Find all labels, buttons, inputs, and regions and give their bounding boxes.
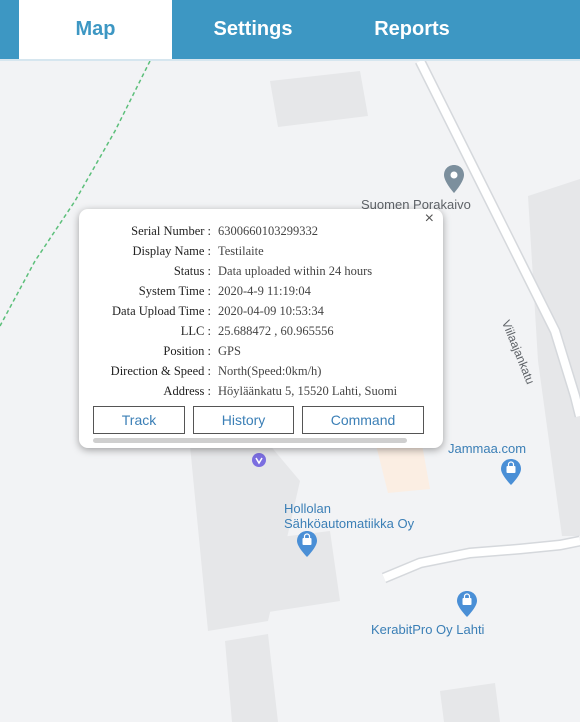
poi-label-jammaa: Jammaa.com	[448, 441, 527, 456]
tab-map[interactable]: Map	[19, 0, 172, 59]
poi-label-hollolan-line2: Sähköautomatiikka Oy	[284, 516, 415, 531]
poi-label-hollolan-line1: Hollolan	[284, 501, 331, 516]
info-label: Data Upload Time :	[112, 304, 211, 318]
shopping-bag-pin-icon[interactable]	[457, 591, 477, 618]
info-label: Serial Number :	[131, 224, 211, 238]
info-value: North(Speed:0km/h)	[218, 364, 322, 378]
info-label: LLC :	[180, 324, 211, 338]
info-value: 25.688472 , 60.965556	[218, 324, 334, 338]
info-label: Display Name :	[132, 244, 211, 258]
info-row-display-name: Display Name : Testilaite	[79, 241, 443, 261]
info-value: 6300660103299332	[218, 224, 318, 238]
info-value: Data uploaded within 24 hours	[218, 264, 373, 278]
shopping-bag-pin-icon[interactable]	[297, 531, 317, 558]
info-row-system-time: System Time : 2020-4-9 11:19:04	[79, 281, 443, 301]
info-label: System Time :	[138, 284, 211, 298]
info-label: Position :	[163, 344, 211, 358]
history-button[interactable]: History	[193, 406, 294, 434]
info-row-llc: LLC : 25.688472 , 60.965556	[79, 321, 443, 341]
command-button[interactable]: Command	[302, 406, 424, 434]
vehicle-marker-icon[interactable]	[251, 451, 267, 469]
info-row-address: Address : Höyläänkatu 5, 15520 Lahti, Su…	[79, 381, 443, 401]
info-label: Address :	[163, 384, 211, 398]
info-row-data-upload-time: Data Upload Time : 2020-04-09 10:53:34	[79, 301, 443, 321]
horizontal-scrollbar[interactable]	[93, 438, 407, 443]
info-row-status: Status : Data uploaded within 24 hours	[79, 261, 443, 281]
info-value: Testilaite	[218, 244, 264, 258]
info-value: Höyläänkatu 5, 15520 Lahti, Suomi	[218, 384, 398, 398]
info-row-direction-speed: Direction & Speed : North(Speed:0km/h)	[79, 361, 443, 381]
poi-label-kerabitpro: KerabitPro Oy Lahti	[371, 622, 485, 637]
info-label: Direction & Speed :	[110, 364, 211, 378]
info-value: GPS	[218, 344, 241, 358]
shopping-bag-pin-icon[interactable]	[501, 459, 521, 486]
info-row-position: Position : GPS	[79, 341, 443, 361]
tab-reports[interactable]: Reports	[334, 0, 490, 59]
info-label: Status :	[173, 264, 211, 278]
tab-settings[interactable]: Settings	[172, 0, 334, 59]
info-row-serial-number: Serial Number : 6300660103299332	[79, 221, 443, 241]
top-tab-bar: Map Settings Reports	[0, 0, 580, 59]
location-pin-icon[interactable]	[444, 165, 464, 195]
track-button[interactable]: Track	[93, 406, 185, 434]
device-info-popup: × Serial Number : 6300660103299332 Displ…	[79, 209, 443, 448]
info-value: 2020-04-09 10:53:34	[218, 304, 324, 318]
info-value: 2020-4-9 11:19:04	[218, 284, 311, 298]
